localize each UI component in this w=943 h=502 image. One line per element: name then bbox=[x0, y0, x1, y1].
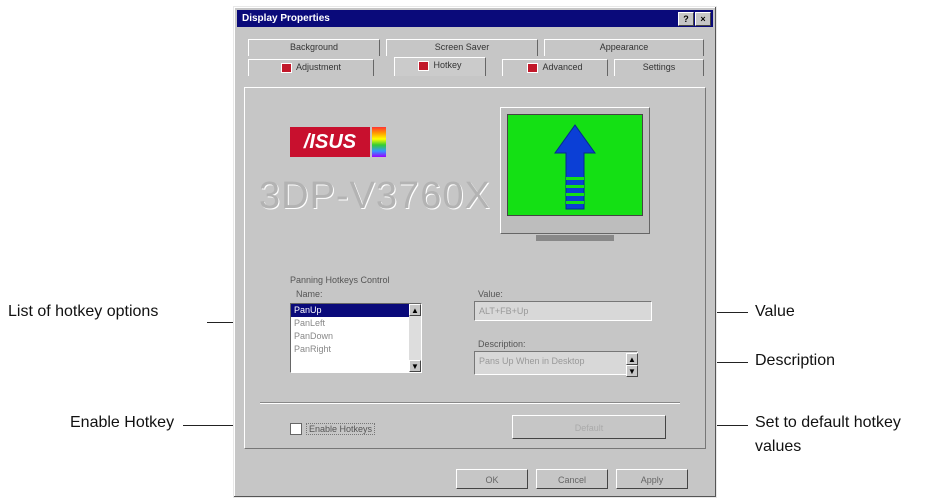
callout-list-hotkey-options: List of hotkey options bbox=[8, 303, 159, 320]
asus-logo: /ISUS bbox=[290, 127, 370, 157]
callout-set-default-values: values bbox=[755, 438, 802, 455]
model-name: 3DP-V3760X bbox=[259, 175, 491, 217]
separator bbox=[260, 402, 680, 404]
default-button[interactable]: Default bbox=[512, 415, 666, 439]
callout-description: Description bbox=[755, 352, 836, 369]
enable-hotkeys-label: Enable Hotkeys bbox=[306, 423, 376, 435]
tab-appearance[interactable]: Appearance bbox=[544, 39, 704, 56]
description-scroll-up[interactable]: ▲ bbox=[626, 353, 638, 365]
description-label: Description: bbox=[478, 339, 526, 349]
tab-label: Appearance bbox=[599, 42, 649, 52]
logo-rainbow bbox=[372, 127, 386, 157]
tab-screen-saver[interactable]: Screen Saver bbox=[386, 39, 538, 56]
tab-label: Screen Saver bbox=[434, 42, 490, 52]
name-label: Name: bbox=[296, 289, 323, 299]
tab-label: Adjustment bbox=[295, 62, 342, 72]
cancel-button[interactable]: Cancel bbox=[536, 469, 608, 489]
description-text: Pans Up When in Desktop bbox=[479, 356, 585, 366]
arrow-up-icon bbox=[554, 124, 596, 210]
description-field[interactable]: Pans Up When in Desktop bbox=[474, 351, 638, 375]
tab-label: Settings bbox=[642, 62, 676, 72]
list-scrollbar[interactable]: ▲ ▼ bbox=[409, 304, 421, 372]
hotkey-list[interactable]: PanUp PanLeft PanDown PanRight ▲ ▼ bbox=[290, 303, 422, 373]
tab-adjustment[interactable]: Adjustment bbox=[248, 59, 374, 76]
monitor-illustration bbox=[500, 107, 650, 234]
value-field[interactable]: ALT+FB+Up bbox=[474, 301, 652, 321]
callout-set-default: Set to default hotkey bbox=[755, 414, 901, 431]
title-bar: Display Properties ? × bbox=[237, 10, 713, 27]
tab-background[interactable]: Background bbox=[248, 39, 380, 56]
enable-hotkeys-checkbox[interactable] bbox=[290, 423, 302, 435]
advanced-icon bbox=[527, 62, 539, 73]
list-item[interactable]: PanLeft bbox=[291, 317, 421, 330]
scroll-up-button[interactable]: ▲ bbox=[409, 304, 421, 316]
tab-settings[interactable]: Settings bbox=[614, 59, 704, 76]
callout-value: Value bbox=[755, 303, 795, 320]
value-label: Value: bbox=[478, 289, 503, 299]
group-label: Panning Hotkeys Control bbox=[290, 275, 390, 285]
help-button[interactable]: ? bbox=[678, 12, 694, 26]
monitor-screen bbox=[507, 114, 643, 216]
description-scroll-down[interactable]: ▼ bbox=[626, 365, 638, 377]
window-title: Display Properties bbox=[242, 13, 330, 24]
tab-label: Background bbox=[289, 42, 339, 52]
close-button[interactable]: × bbox=[695, 12, 711, 26]
scroll-down-button[interactable]: ▼ bbox=[409, 360, 421, 372]
apply-button[interactable]: Apply bbox=[616, 469, 688, 489]
tab-hotkey[interactable]: Hotkey bbox=[394, 57, 486, 76]
tab-label: Hotkey bbox=[433, 60, 462, 70]
list-item[interactable]: PanDown bbox=[291, 330, 421, 343]
list-item[interactable]: PanUp bbox=[291, 304, 409, 317]
callout-enable-hotkey: Enable Hotkey bbox=[70, 414, 175, 431]
ok-button[interactable]: OK bbox=[456, 469, 528, 489]
tab-advanced[interactable]: Advanced bbox=[502, 59, 608, 76]
display-properties-window: Display Properties ? × Background Screen… bbox=[233, 6, 717, 498]
adjustment-icon bbox=[280, 62, 292, 73]
hotkey-icon bbox=[418, 60, 430, 71]
monitor-base bbox=[536, 235, 614, 241]
list-item[interactable]: PanRight bbox=[291, 343, 421, 356]
tab-label: Advanced bbox=[542, 62, 583, 72]
